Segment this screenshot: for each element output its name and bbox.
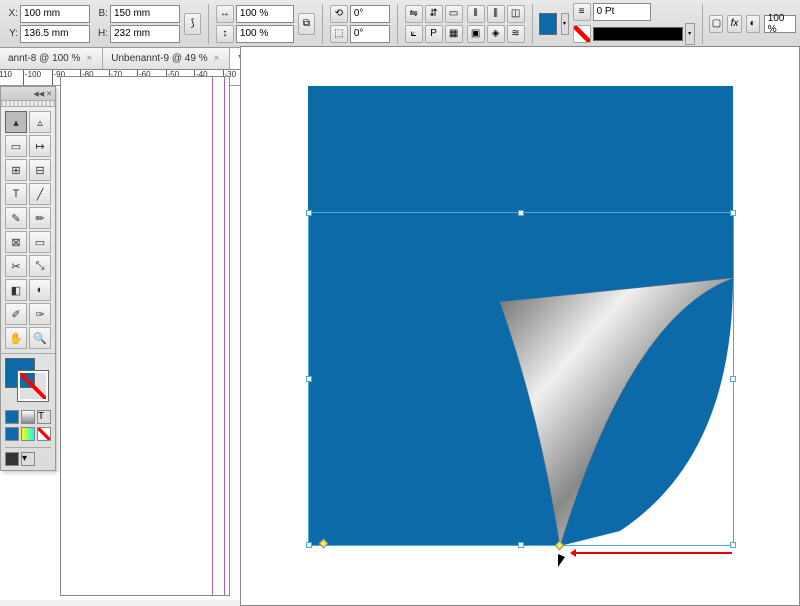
x-label: X:: [4, 8, 18, 19]
separator: [397, 4, 398, 44]
tab-doc-1[interactable]: annt-8 @ 100 %×: [0, 48, 103, 69]
scale-y-field[interactable]: 100 %: [236, 25, 294, 43]
content-placer-tool[interactable]: ⊟: [29, 159, 51, 181]
frame-icon[interactable]: ◈: [487, 25, 505, 43]
formatting-text-button[interactable]: T: [37, 410, 51, 424]
scale-x-icon: ↔: [216, 5, 234, 23]
shear-field[interactable]: 0°: [350, 25, 390, 43]
stroke-dropdown[interactable]: ▾: [685, 23, 695, 45]
stroke-weight-field[interactable]: 0 Pt: [593, 3, 651, 21]
stroke-color-swatch[interactable]: [18, 371, 48, 401]
y-label: Y:: [4, 28, 18, 39]
guide-vertical[interactable]: [212, 76, 213, 596]
page-tool[interactable]: ▭: [5, 135, 27, 157]
direct-selection-tool[interactable]: ▵: [29, 111, 51, 133]
rotate-field[interactable]: 0°: [350, 5, 390, 23]
separator: [208, 4, 209, 44]
none-mode-button[interactable]: [37, 427, 51, 441]
wrap-icon[interactable]: ≋: [507, 25, 525, 43]
tab-doc-2[interactable]: Unbenannt-9 @ 49 %×: [103, 48, 230, 69]
scale-x-field[interactable]: 100 %: [236, 5, 294, 23]
effects-icon[interactable]: ▢: [709, 15, 723, 33]
cursor-icon: [558, 554, 565, 567]
line-tool[interactable]: ╱: [29, 183, 51, 205]
zoom-tool[interactable]: 🔍: [29, 327, 51, 349]
hand-tool[interactable]: ✋: [5, 327, 27, 349]
distribute-icon[interactable]: ⫼: [487, 5, 505, 23]
color-mode-button[interactable]: [5, 427, 19, 441]
page-right: [240, 46, 800, 606]
gradient-feather-tool[interactable]: ◐: [29, 279, 51, 301]
opacity-field[interactable]: 100 %: [764, 15, 796, 33]
note-tool[interactable]: ✐: [5, 303, 27, 325]
apply-gradient-button[interactable]: [21, 410, 35, 424]
scale-y-icon: ↕: [216, 25, 234, 43]
pencil-tool[interactable]: ✏: [29, 207, 51, 229]
view-normal-button[interactable]: [5, 452, 19, 466]
separator: [322, 4, 323, 44]
fit-icon[interactable]: ▦: [445, 25, 463, 43]
shear-icon: ⬚: [330, 25, 348, 43]
group-icon[interactable]: ▣: [467, 25, 485, 43]
h-label: H:: [94, 28, 108, 39]
flip-v-icon[interactable]: ⇵: [425, 5, 443, 23]
constrain-icon[interactable]: ⟆: [184, 13, 201, 35]
select-container-icon[interactable]: ▭: [445, 5, 463, 23]
rotate-icon: ⟲: [330, 5, 348, 23]
canvas[interactable]: [0, 86, 800, 600]
control-bar: X: 100 mm Y: 136.5 mm B: 150 mm H: 232 m…: [0, 0, 800, 48]
fill-swatch[interactable]: [539, 13, 556, 35]
eyedropper-tool[interactable]: ✑: [29, 303, 51, 325]
apply-color-button[interactable]: [5, 410, 19, 424]
gradient-swatch-tool[interactable]: ◧: [5, 279, 27, 301]
rectangle-tool[interactable]: ▭: [29, 231, 51, 253]
separator: [532, 4, 533, 44]
crop-icon[interactable]: ⟀: [405, 25, 423, 43]
gap-tool[interactable]: ↦: [29, 135, 51, 157]
scissors-tool[interactable]: ✂: [5, 255, 27, 277]
gradient-mode-button[interactable]: [21, 427, 35, 441]
opacity-icon[interactable]: ◐: [746, 15, 760, 33]
content-collector-tool[interactable]: ⊞: [5, 159, 27, 181]
page-left: [60, 76, 230, 596]
close-icon[interactable]: ×: [84, 53, 94, 64]
stroke-weight-icon: ≡: [573, 3, 591, 21]
close-icon[interactable]: ×: [212, 53, 222, 64]
fill-dropdown[interactable]: ▾: [561, 13, 569, 35]
height-field[interactable]: 232 mm: [110, 25, 180, 43]
width-field[interactable]: 150 mm: [110, 5, 180, 23]
x-field[interactable]: 100 mm: [20, 5, 90, 23]
pen-tool[interactable]: ✎: [5, 207, 27, 229]
guide-vertical[interactable]: [224, 76, 225, 596]
free-transform-tool[interactable]: ⤡: [29, 255, 51, 277]
flip-h-icon[interactable]: ⇋: [405, 5, 423, 23]
annotation-arrow: [572, 552, 732, 554]
pathfinder-icon[interactable]: ◫: [507, 5, 525, 23]
stroke-style[interactable]: [593, 27, 683, 41]
separator: [702, 4, 703, 44]
align-icon[interactable]: ⫴: [467, 5, 485, 23]
panel-collapse-icon[interactable]: ◀◀ ✕: [1, 87, 55, 101]
fx-icon[interactable]: fx: [727, 15, 741, 33]
selection-tool[interactable]: ▴: [5, 111, 27, 133]
y-field[interactable]: 136.5 mm: [20, 25, 90, 43]
text-on-path-icon[interactable]: P: [425, 25, 443, 43]
fill-color-swatch[interactable]: [5, 358, 35, 388]
view-preview-button[interactable]: ▾: [21, 452, 35, 466]
no-stroke-icon[interactable]: [573, 25, 591, 43]
type-tool[interactable]: T: [5, 183, 27, 205]
w-label: B:: [94, 8, 108, 19]
rectangle-frame-tool[interactable]: ⊠: [5, 231, 27, 253]
link-scale-icon[interactable]: ⧉: [298, 13, 315, 35]
tools-panel: ◀◀ ✕ ▴ ▵ ▭ ↦ ⊞ ⊟ T ╱ ✎ ✏ ⊠ ▭ ✂ ⤡ ◧ ◐ ✐ ✑…: [0, 86, 56, 471]
